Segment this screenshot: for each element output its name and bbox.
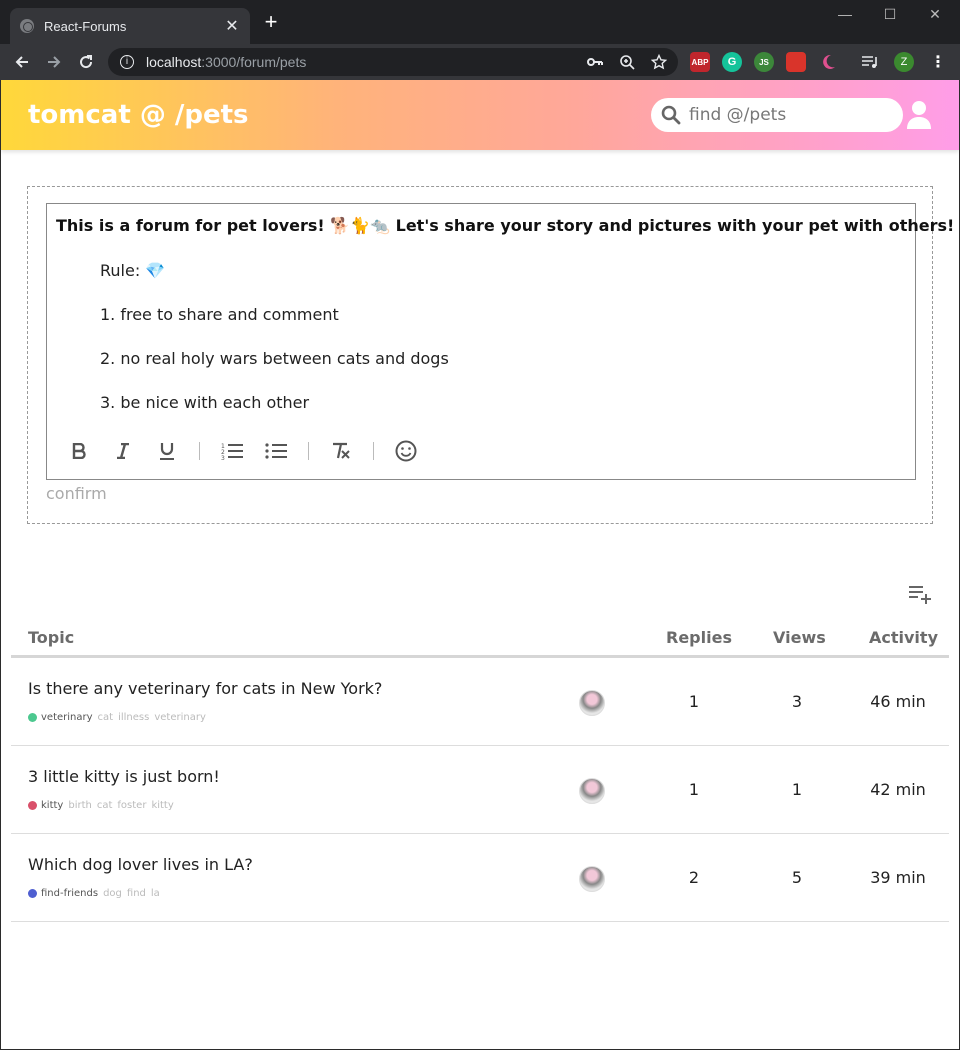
minimize-icon[interactable]: — [830, 6, 860, 22]
rule-heading: Rule: 💎 [100, 261, 166, 280]
topic-row[interactable]: 3 little kitty is just born! kitty birth… [11, 746, 949, 834]
confirm-button[interactable]: confirm [46, 484, 107, 503]
toolbar-divider [199, 442, 200, 460]
tag[interactable]: cat [98, 712, 114, 723]
italic-icon[interactable] [111, 439, 135, 463]
category-tag[interactable]: find-friends [41, 888, 98, 899]
category-color-dot [28, 713, 37, 722]
topic-tags: kitty birth cat foster kitty [28, 800, 179, 811]
tag[interactable]: find [127, 888, 146, 899]
ordered-list-icon[interactable]: 123 [220, 439, 244, 463]
new-tab-button[interactable]: + [260, 11, 282, 34]
rule-item: 1. free to share and comment [100, 305, 339, 324]
category-color-dot [28, 801, 37, 810]
tag[interactable]: cat [97, 800, 113, 811]
info-icon[interactable]: i [120, 55, 134, 69]
browser-tab[interactable]: React-Forums ✕ [10, 8, 250, 44]
column-replies[interactable]: Replies [666, 628, 732, 647]
brand-title[interactable]: tomcat @ /pets [28, 100, 249, 130]
avatar[interactable] [579, 778, 605, 804]
tab-close-button[interactable]: ✕ [224, 16, 240, 36]
avatar[interactable] [579, 866, 605, 892]
column-views[interactable]: Views [773, 628, 826, 647]
category-tag[interactable]: veterinary [41, 712, 93, 723]
underline-icon[interactable] [155, 439, 179, 463]
reload-icon[interactable] [70, 46, 102, 78]
topic-title[interactable]: Which dog lover lives in LA? [28, 855, 253, 874]
zoom-icon[interactable] [618, 53, 636, 71]
column-activity[interactable]: Activity [869, 628, 938, 647]
avatar[interactable] [579, 690, 605, 716]
activity-time: 46 min [870, 692, 926, 711]
grammarly-icon[interactable]: G [722, 52, 742, 72]
adblock-icon[interactable]: ABP [690, 52, 710, 72]
category-color-dot [28, 889, 37, 898]
address-bar[interactable]: i localhost :3000/forum/pets [108, 48, 678, 76]
tab-title: React-Forums [44, 18, 127, 34]
rule-item: 3. be nice with each other [100, 393, 310, 412]
tag[interactable]: la [151, 888, 160, 899]
tag[interactable]: kitty [151, 800, 173, 811]
views-count: 3 [791, 692, 803, 711]
app-header: tomcat @ /pets [1, 80, 959, 150]
topic-title[interactable]: 3 little kitty is just born! [28, 767, 220, 786]
svg-text:3: 3 [221, 455, 225, 460]
bold-icon[interactable] [67, 439, 91, 463]
browser-toolbar: i localhost :3000/forum/pets ABP G JS Z … [0, 44, 960, 80]
page: tomcat @ /pets This is a forum for pet l… [1, 80, 959, 1049]
toolbar-divider [373, 442, 374, 460]
category-tag[interactable]: kitty [41, 800, 63, 811]
topic-tags: veterinary cat illness veterinary [28, 712, 211, 723]
forum-description-panel: This is a forum for pet lovers! 🐕🐈🐀 Let'… [27, 186, 954, 524]
replies-count: 1 [688, 780, 700, 799]
globe-icon [20, 19, 34, 33]
back-icon[interactable] [6, 46, 38, 78]
key-icon[interactable] [586, 53, 604, 71]
url-host: localhost [146, 54, 202, 70]
topic-row[interactable]: Is there any veterinary for cats in New … [11, 658, 949, 746]
kebab-menu-icon[interactable]: ⋮ [928, 52, 948, 72]
search-box[interactable] [651, 98, 903, 132]
tag[interactable]: dog [103, 888, 122, 899]
tag[interactable]: birth [68, 800, 92, 811]
emoji-icon[interactable] [394, 439, 418, 463]
replies-count: 2 [688, 868, 700, 887]
forward-icon[interactable] [38, 46, 70, 78]
nodejs-icon[interactable]: JS [754, 52, 774, 72]
column-topic[interactable]: Topic [28, 628, 74, 647]
extension-icon[interactable] [786, 52, 806, 72]
topic-row[interactable]: Which dog lover lives in LA? find-friend… [11, 834, 949, 922]
search-input[interactable] [689, 105, 889, 125]
activity-time: 42 min [870, 780, 926, 799]
rule-item: 2. no real holy wars between cats and do… [100, 349, 449, 368]
topics-table-header: Topic Replies Views Activity [11, 618, 949, 658]
profile-avatar[interactable]: Z [894, 52, 914, 72]
topic-tags: find-friends dog find la [28, 888, 165, 899]
star-icon[interactable] [650, 53, 668, 71]
editor-toolbar: 123 [67, 436, 438, 466]
views-count: 1 [791, 780, 803, 799]
user-icon[interactable] [906, 100, 932, 130]
replies-count: 1 [688, 692, 700, 711]
browser-titlebar: React-Forums ✕ + — ☐ ✕ [0, 0, 960, 44]
forum-description-title: This is a forum for pet lovers! 🐕🐈🐀 Let'… [56, 216, 955, 235]
tag[interactable]: veterinary [154, 712, 206, 723]
moon-icon[interactable] [818, 52, 838, 72]
unordered-list-icon[interactable] [264, 439, 288, 463]
activity-time: 39 min [870, 868, 926, 887]
toolbar-divider [308, 442, 309, 460]
clear-format-icon[interactable] [329, 439, 353, 463]
search-icon [661, 105, 681, 125]
tag[interactable]: illness [118, 712, 149, 723]
close-window-icon[interactable]: ✕ [920, 6, 950, 23]
topic-title[interactable]: Is there any veterinary for cats in New … [28, 679, 382, 698]
new-topic-icon[interactable] [908, 582, 932, 606]
views-count: 5 [791, 868, 803, 887]
url-path: :3000/forum/pets [201, 54, 307, 70]
media-control-icon[interactable] [860, 52, 880, 72]
tag[interactable]: foster [117, 800, 146, 811]
rich-text-editor[interactable]: This is a forum for pet lovers! 🐕🐈🐀 Let'… [46, 203, 954, 480]
maximize-icon[interactable]: ☐ [875, 6, 905, 23]
